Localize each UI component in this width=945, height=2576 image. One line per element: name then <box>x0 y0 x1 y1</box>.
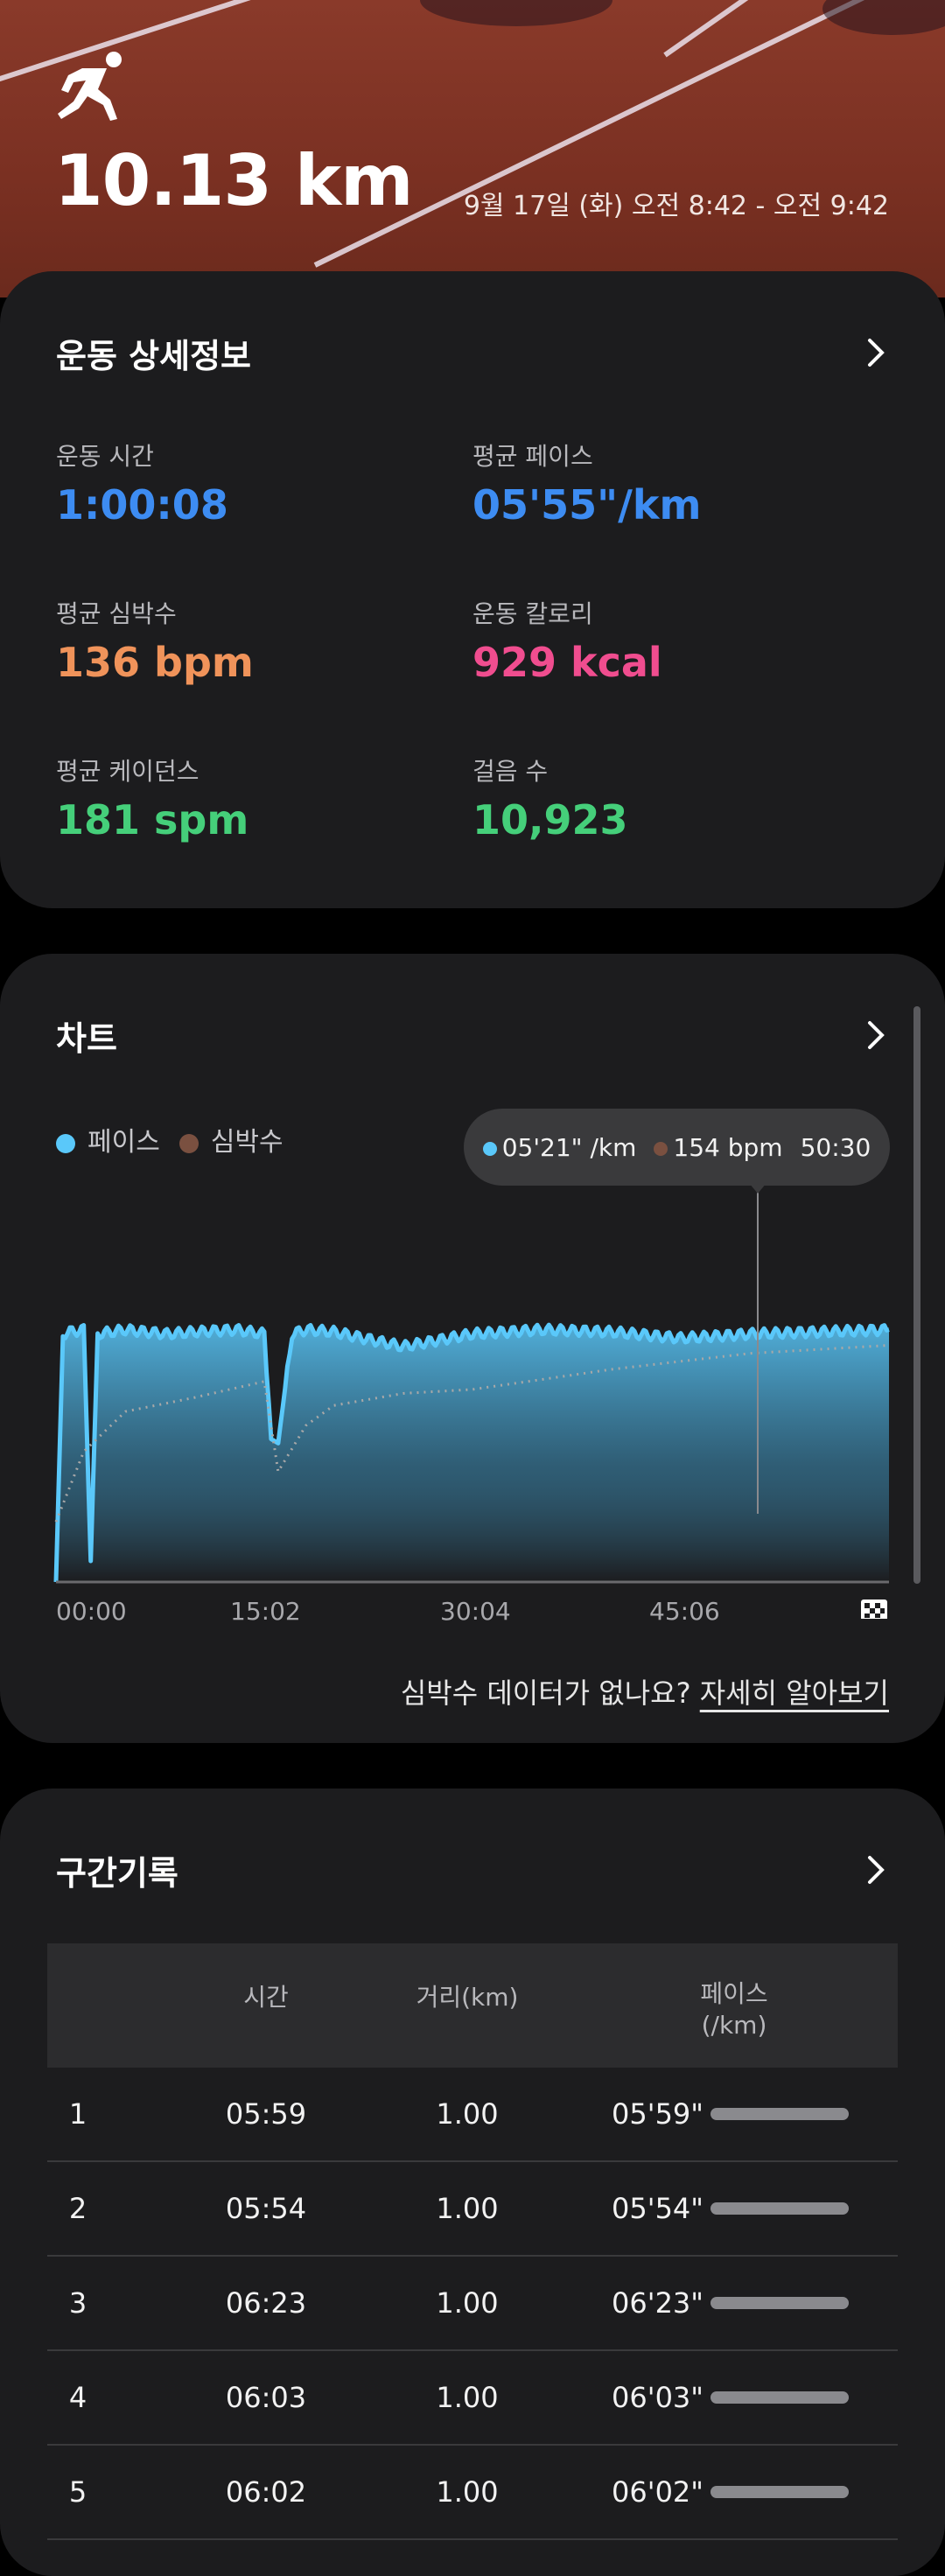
chevron-right-icon[interactable] <box>863 335 889 370</box>
laps-card: 구간기록 시간 거리(km) 페이스 (/km) 1 05:59 1.00 05'59… <box>0 1788 945 2576</box>
lap-pace: 06'23" <box>612 2286 704 2320</box>
lap-pace: 05'59" <box>612 2097 704 2131</box>
hr-note-text: 심박수 데이터가 없나요? <box>400 1676 691 1710</box>
stat-value: 181 spm <box>56 796 249 844</box>
details-header[interactable]: 운동 상세정보 <box>56 309 889 396</box>
hero-banner: 10.13 km 9월 17일 (화) 오전 8:42 - 오전 9:42 <box>0 0 945 298</box>
x-tick-label: 15:02 <box>230 1597 301 1626</box>
tooltip-pace: 05'21" /km <box>482 1132 637 1162</box>
workout-details-card: 운동 상세정보 운동 시간 1:00:08 평균 페이스 05'55"/km 평… <box>0 271 945 908</box>
x-tick-label: 00:00 <box>56 1597 127 1626</box>
lap-distance: 1.00 <box>436 2286 499 2320</box>
chevron-right-icon[interactable] <box>863 1852 889 1887</box>
stat-value: 10,923 <box>472 796 628 844</box>
stat-label: 걸음 수 <box>472 757 549 786</box>
chart-tooltip: 05'21" /km 154 bpm 50:30 <box>464 1109 890 1186</box>
laps-table-body: 1 05:59 1.00 05'59" 2 05:54 1.00 05'54" 3 06:23 1.… <box>47 2068 898 2540</box>
chart-plot-area <box>53 1322 890 1583</box>
table-row: 1 05:59 1.00 05'59" <box>47 2068 898 2162</box>
lap-number: 4 <box>68 2381 88 2414</box>
heart-rate-dot-icon <box>654 1141 668 1156</box>
lap-distance: 1.00 <box>436 2192 499 2225</box>
lap-distance: 1.00 <box>436 2475 499 2509</box>
tooltip-hr-value: 154 bpm <box>673 1132 783 1162</box>
finish-flag-icon <box>861 1600 887 1619</box>
stat-duration: 운동 시간 1:00:08 <box>56 438 228 528</box>
lap-time: 05:54 <box>225 2192 307 2225</box>
lap-pace: 06'03" <box>612 2381 704 2414</box>
lap-number: 5 <box>68 2475 88 2509</box>
lap-pace-bar <box>710 2202 849 2215</box>
lap-time: 05:59 <box>225 2097 307 2131</box>
tooltip-hr: 154 bpm <box>654 1132 783 1162</box>
header-distance: 거리(km) <box>416 1983 519 2012</box>
lap-time: 06:03 <box>225 2381 307 2414</box>
lap-pace: 05'54" <box>612 2192 704 2225</box>
table-row: 2 05:54 1.00 05'54" <box>47 2162 898 2257</box>
tooltip-pace-value: 05'21" /km <box>501 1132 637 1162</box>
table-row: 3 06:23 1.00 06'23" <box>47 2257 898 2351</box>
lap-distance: 1.00 <box>436 2097 499 2131</box>
laps-table: 시간 거리(km) 페이스 (/km) 1 05:59 1.00 05'59" 2 05:… <box>47 1943 898 2540</box>
stat-label: 평균 페이스 <box>472 442 593 471</box>
stat-avg-cadence: 평균 케이던스 181 spm <box>56 752 248 844</box>
pace-area <box>56 1325 889 1582</box>
stat-avg-pace: 평균 페이스 05'55"/km <box>472 438 701 528</box>
lap-pace-bar <box>710 2391 849 2404</box>
lap-distance: 1.00 <box>436 2381 499 2414</box>
stat-avg-heart-rate: 평균 심박수 136 bpm <box>56 595 254 686</box>
chart-card: 차트 페이스 심박수 05'21" /km 154 bpm 50:30 00:0… <box>0 954 945 1743</box>
heart-rate-help: 심박수 데이터가 없나요? 자세히 알아보기 <box>401 1671 889 1712</box>
pace-dot-icon <box>482 1141 497 1156</box>
lap-time: 06:23 <box>225 2286 307 2320</box>
learn-more-link[interactable]: 자세히 알아보기 <box>700 1676 889 1710</box>
lap-pace-bar <box>710 2486 849 2498</box>
stat-value: 05'55"/km <box>472 481 702 528</box>
table-row: 5 06:02 1.00 06'02" <box>47 2446 898 2540</box>
runner-shadow <box>420 0 612 26</box>
stat-label: 운동 칼로리 <box>472 599 593 628</box>
stat-label: 평균 케이던스 <box>56 757 200 786</box>
laps-table-header: 시간 거리(km) 페이스 (/km) <box>47 1943 898 2068</box>
pace-hr-chart[interactable] <box>0 954 945 1619</box>
workout-time-range: 9월 17일 (화) 오전 8:42 - 오전 9:42 <box>463 191 889 221</box>
lap-pace: 06'02" <box>612 2475 704 2509</box>
stat-value: 1:00:08 <box>56 481 228 528</box>
lap-number: 2 <box>68 2192 88 2225</box>
tooltip-time: 50:30 <box>800 1132 872 1162</box>
track-lane-line <box>313 0 945 268</box>
lap-pace-bar <box>710 2297 849 2309</box>
stat-label: 운동 시간 <box>56 442 154 471</box>
runner-shadow <box>822 0 945 35</box>
lap-number: 1 <box>68 2097 88 2131</box>
stat-calories: 운동 칼로리 929 kcal <box>472 595 662 686</box>
total-distance: 10.13 km <box>54 140 413 221</box>
details-title: 운동 상세정보 <box>56 336 251 375</box>
running-icon <box>58 52 122 121</box>
stat-value: 136 bpm <box>56 639 254 686</box>
x-tick-label: 45:06 <box>649 1597 720 1626</box>
stat-label: 평균 심박수 <box>56 599 177 628</box>
laps-title: 구간기록 <box>56 1853 178 1893</box>
header-pace: 페이스 (/km) <box>700 1979 768 2040</box>
x-tick-label: 30:04 <box>440 1597 511 1626</box>
lap-number: 3 <box>68 2286 88 2320</box>
lap-pace-bar <box>710 2108 849 2120</box>
laps-header[interactable]: 구간기록 <box>56 1826 889 1914</box>
lap-time: 06:02 <box>225 2475 307 2509</box>
table-row: 4 06:03 1.00 06'03" <box>47 2351 898 2446</box>
stat-value: 929 kcal <box>472 639 662 686</box>
header-time: 시간 <box>243 1983 289 2012</box>
stat-steps: 걸음 수 10,923 <box>472 752 628 844</box>
